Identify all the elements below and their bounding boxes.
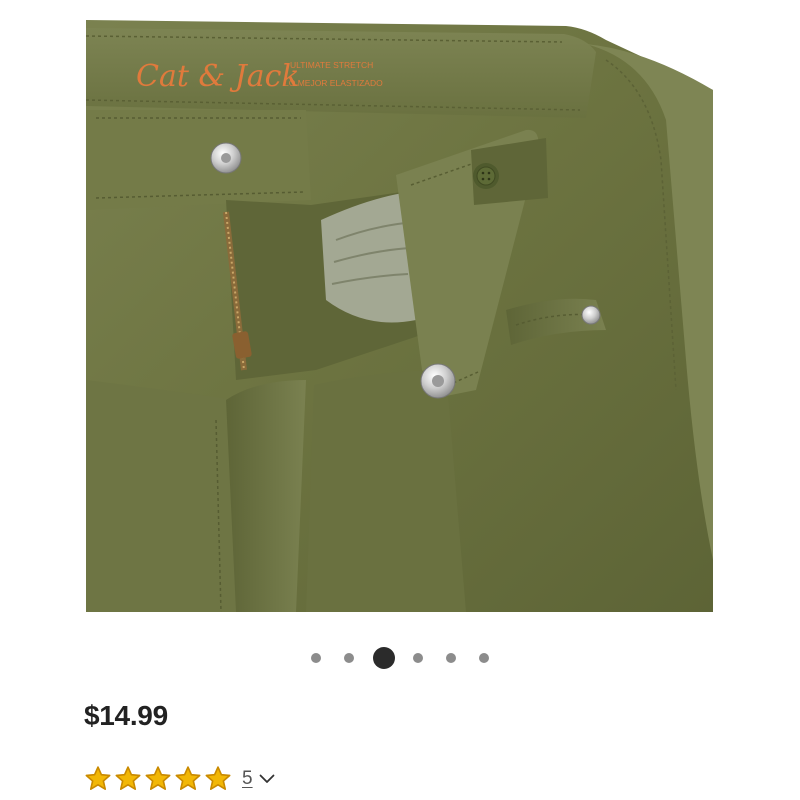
carousel-indicator [0,646,800,670]
star-icon [145,766,171,790]
stretch-label-es: LO MEJOR ELASTIZADO [284,78,383,88]
rating-summary[interactable]: 5 [84,762,275,796]
pants-photo: Cat & Jack ULTIMATE STRETCH LO MEJOR ELA… [86,0,713,612]
product-image[interactable]: Cat & Jack ULTIMATE STRETCH LO MEJOR ELA… [86,0,713,612]
rating-count-link[interactable]: 5 [242,768,253,790]
star-icon [175,766,201,790]
carousel-dot[interactable] [446,653,456,663]
chevron-down-icon[interactable] [259,774,275,784]
carousel-dot[interactable] [311,653,321,663]
star-icon [115,766,141,790]
carousel-dot[interactable] [413,653,423,663]
brand-logo: Cat & Jack [136,59,300,94]
carousel-dot-active[interactable] [372,647,395,669]
carousel-dot[interactable] [344,653,354,663]
carousel-dot[interactable] [479,653,489,663]
stretch-label: ULTIMATE STRETCH [290,60,373,70]
star-rating [84,765,234,793]
star-icon [85,766,111,790]
star-icon [205,766,231,790]
product-price: $14.99 [84,700,168,731]
